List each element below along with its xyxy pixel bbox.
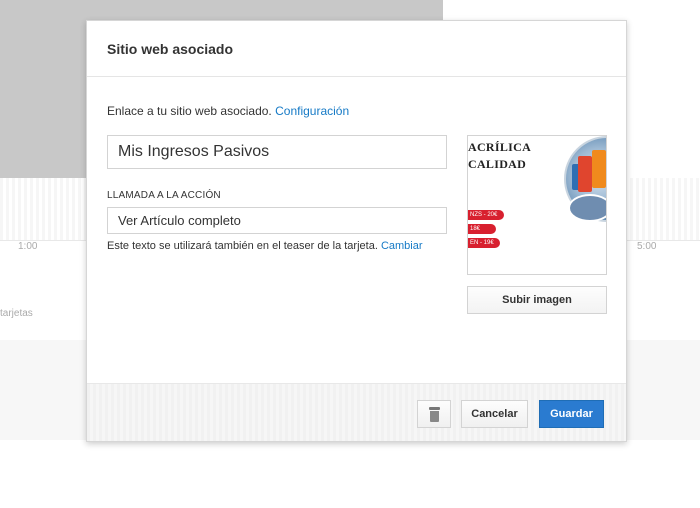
cancel-button[interactable]: Cancelar [461, 400, 528, 428]
dialog-title: Sitio web asociado [107, 41, 234, 57]
timeline-tick: 5:00 [637, 241, 657, 252]
thumbnail-product [592, 150, 606, 188]
intro-text: Enlace a tu sitio web asociado. Configur… [107, 104, 349, 118]
save-button[interactable]: Guardar [539, 400, 604, 428]
helper-text-label: Este texto se utilizará también en el te… [107, 240, 378, 252]
trash-icon-lid [429, 407, 440, 410]
delete-button[interactable] [417, 400, 451, 428]
thumbnail-product [578, 156, 592, 192]
card-title-input[interactable] [107, 135, 447, 169]
dialog-footer: Cancelar Guardar [87, 383, 626, 441]
cards-track-label: tarjetas [0, 308, 33, 319]
thumbnail-text: CALIDAD [468, 157, 527, 171]
thumbnail-price-tag: NZS - 20€ [468, 210, 504, 220]
trash-icon [429, 407, 440, 422]
change-link[interactable]: Cambiar [381, 240, 423, 252]
thumbnail-text: ACRÍLICA [468, 140, 532, 154]
timeline-tick: 1:00 [18, 241, 38, 252]
card-thumbnail-image: ACRÍLICA CALIDAD NZS - 20€ 18€ EN - 19€ [467, 135, 607, 275]
associated-website-dialog: Sitio web asociado Enlace a tu sitio web… [86, 20, 627, 442]
thumbnail-product-disc [568, 194, 606, 222]
cta-label: LLAMADA A LA ACCIÓN [107, 190, 221, 201]
dialog-header: Sitio web asociado [87, 21, 626, 77]
cta-input[interactable] [107, 207, 447, 234]
intro-text-label: Enlace a tu sitio web asociado. [107, 104, 272, 118]
upload-image-button[interactable]: Subir imagen [467, 286, 607, 314]
helper-text: Este texto se utilizará también en el te… [107, 240, 423, 252]
thumbnail-price-tag: 18€ [468, 224, 496, 234]
thumbnail-price-tag: EN - 19€ [468, 238, 500, 248]
trash-icon-body [430, 411, 439, 422]
settings-link[interactable]: Configuración [275, 104, 349, 118]
